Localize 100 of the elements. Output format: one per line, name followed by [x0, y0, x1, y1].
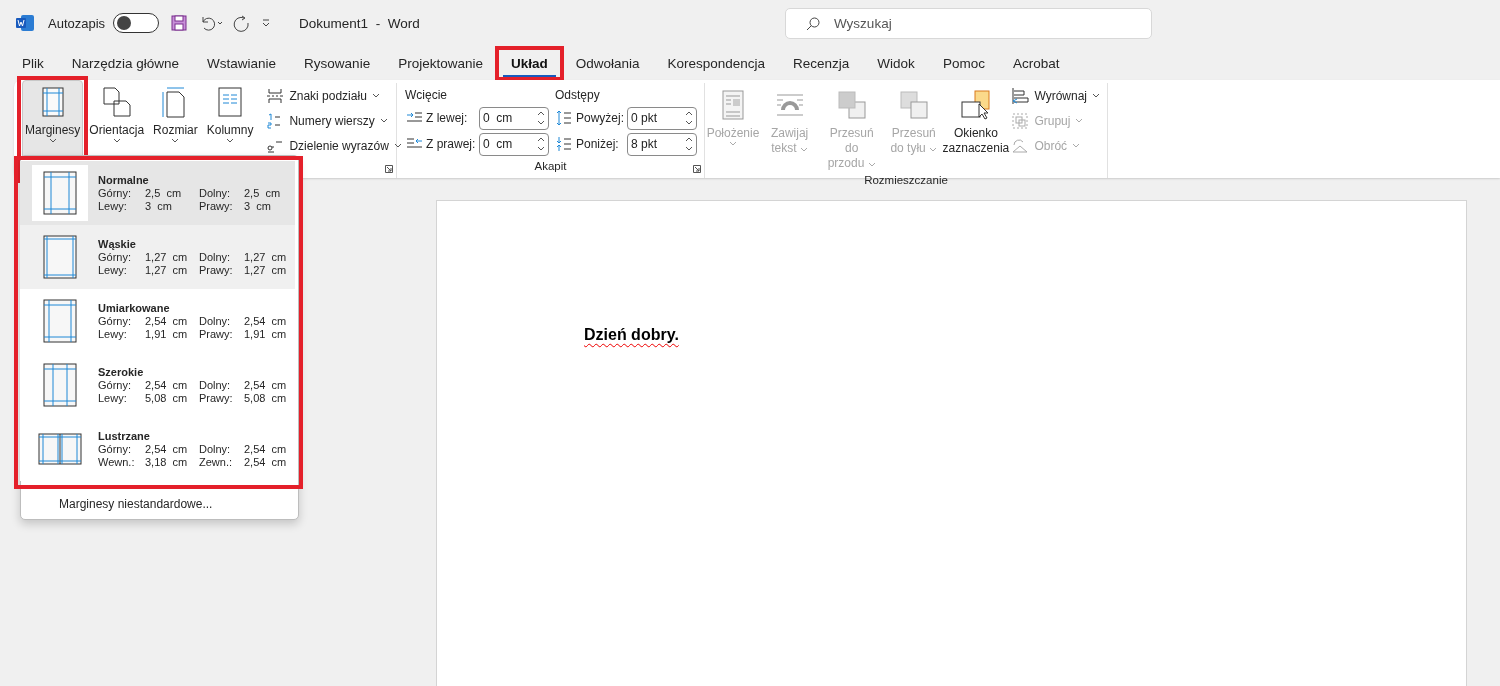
caret-icon: [1092, 93, 1100, 98]
dialog-launcher-icon[interactable]: [693, 165, 701, 173]
search-field[interactable]: Wyszukaj: [785, 7, 1152, 39]
margin-label: Wewn.:: [98, 455, 136, 469]
option-name: Umiarkowane: [98, 301, 171, 315]
spin-arrows-icon[interactable]: [685, 136, 693, 151]
ribbon-tab[interactable]: Pomoc: [934, 49, 993, 77]
ribbon-button[interactable]: Wyrównaj: [1008, 83, 1103, 108]
margin-option[interactable]: Wąskie Górny: 1,27 cm Dolny: 1,27 cm Lewy: 1,27 cm Prawy: 1,27 cm: [20, 225, 295, 289]
margin-value: 2,54 cm: [244, 378, 288, 392]
margin-preview-icon: [43, 171, 77, 215]
ribbon-tab[interactable]: Odwołania: [567, 49, 648, 77]
caret-icon: [799, 147, 808, 152]
margin-value: 1,27 cm: [244, 250, 288, 264]
margin-label: Górny:: [98, 186, 132, 200]
margin-value: 1,91 cm: [244, 327, 288, 341]
window-title: Dokument1 - Word: [299, 15, 420, 31]
ribbon-button[interactable]: Numery wierszy: [263, 108, 405, 133]
spin-arrows-icon[interactable]: [537, 110, 545, 125]
autosave-toggle[interactable]: [113, 13, 160, 33]
ribbon-tab[interactable]: Recenzja: [785, 49, 858, 77]
ribbon-button[interactable]: Znaki podziału: [263, 83, 405, 108]
margin-value: 2,54 cm: [145, 442, 189, 456]
app-logo-icon: [16, 15, 34, 31]
margin-label: Dolny:: [199, 378, 232, 392]
spin-arrows-icon[interactable]: [537, 136, 545, 151]
ribbon-tab[interactable]: Wstawianie: [199, 49, 285, 77]
field-label: Z lewej:: [426, 111, 469, 125]
group-heading: Odstępy: [554, 87, 601, 104]
group-label: Rozmieszczanie: [864, 174, 948, 186]
margin-label: Prawy:: [199, 327, 234, 341]
ribbon-tab[interactable]: Projektowanie: [390, 49, 491, 77]
menu-item[interactable]: Marginesy niestandardowe...: [21, 489, 298, 519]
margin-label: Dolny:: [199, 442, 232, 456]
redo-icon[interactable]: [231, 14, 250, 32]
caret-icon: [48, 138, 57, 143]
field-label: Z prawej:: [426, 137, 476, 151]
margin-preview-icon: [43, 363, 77, 407]
spin-field[interactable]: 0 cm: [479, 132, 549, 156]
margin-label: Górny:: [98, 314, 132, 328]
margin-value: 2,54 cm: [244, 455, 288, 469]
ribbon-tab[interactable]: Korespondencja: [659, 49, 774, 77]
margin-value: 2,54 cm: [244, 442, 288, 456]
caret-icon: [171, 138, 180, 143]
margin-value: 1,27 cm: [244, 263, 288, 277]
caret-icon: [379, 118, 388, 123]
option-name: Szerokie: [98, 365, 145, 379]
margin-value: 1,91 cm: [145, 327, 189, 341]
option-name: Wąskie: [98, 237, 137, 251]
margin-value: 3,18 cm: [145, 455, 189, 469]
ribbon-tab[interactable]: Acrobat: [1004, 49, 1068, 77]
spin-arrows-icon[interactable]: [685, 110, 693, 125]
spacing-after-icon: [555, 135, 573, 153]
margin-value: 5,08 cm: [145, 391, 189, 405]
caret-icon: [112, 138, 121, 143]
margin-preview-icon: [43, 299, 77, 343]
group-heading: Wcięcie: [404, 87, 448, 104]
document-text: Dzień dobry.: [584, 326, 679, 343]
margin-value: 2,54 cm: [145, 378, 189, 392]
margin-value: 3 cm: [145, 199, 173, 213]
margin-label: Dolny:: [199, 250, 232, 264]
margin-label: Dolny:: [199, 314, 232, 328]
autosave-label: Autozapis: [48, 15, 106, 31]
margin-value: 2,54 cm: [244, 314, 288, 328]
margin-value: 3 cm: [244, 199, 272, 213]
dialog-launcher-icon[interactable]: [385, 165, 393, 173]
margin-value: 2,5 cm: [244, 186, 282, 200]
field-label: Powyżej:: [576, 111, 624, 125]
spin-field[interactable]: 0 cm: [479, 106, 549, 130]
ribbon-tab[interactable]: Narzędzia główne: [63, 49, 188, 77]
caret-icon: [929, 147, 938, 152]
margin-preview-icon: [38, 433, 82, 465]
margin-option[interactable]: Normalne Górny: 2,5 cm Dolny: 2,5 cm Lewy: 3 cm Prawy: 3 cm: [20, 161, 295, 225]
selection-pane-icon: [958, 88, 993, 122]
margin-label: Lewy:: [98, 391, 128, 405]
ribbon-tab[interactable]: Plik: [14, 49, 52, 77]
page-break-icon: [266, 86, 285, 105]
margin-label: Górny:: [98, 250, 132, 264]
caret-icon: [393, 143, 402, 148]
margin-value: 5,08 cm: [244, 391, 288, 405]
customize-toolbar-icon[interactable]: [261, 18, 272, 28]
field-label: Poniżej:: [576, 137, 620, 151]
align-icon: [1011, 86, 1030, 105]
margin-label: Lewy:: [98, 263, 128, 277]
margin-label: Lewy:: [98, 199, 128, 213]
search-icon: [806, 16, 820, 31]
ribbon-button[interactable]: Dzielenie wyrazów: [263, 133, 405, 158]
save-icon[interactable]: [171, 15, 188, 31]
spin-field[interactable]: 8 pkt: [627, 132, 697, 156]
ribbon-tab[interactable]: Układ: [502, 49, 556, 77]
group-label: Akapit: [534, 160, 567, 174]
margin-value: 2,54 cm: [145, 314, 189, 328]
caret-icon: [1072, 143, 1081, 148]
margin-label: Zewn.:: [199, 455, 233, 469]
ribbon-tab[interactable]: Widok: [869, 49, 923, 77]
spin-field[interactable]: 0 pkt: [627, 106, 697, 130]
margin-value: 1,27 cm: [145, 263, 189, 277]
caret-icon: [1075, 118, 1084, 123]
margin-label: Górny:: [98, 378, 132, 392]
ribbon-tab[interactable]: Rysowanie: [296, 49, 379, 77]
